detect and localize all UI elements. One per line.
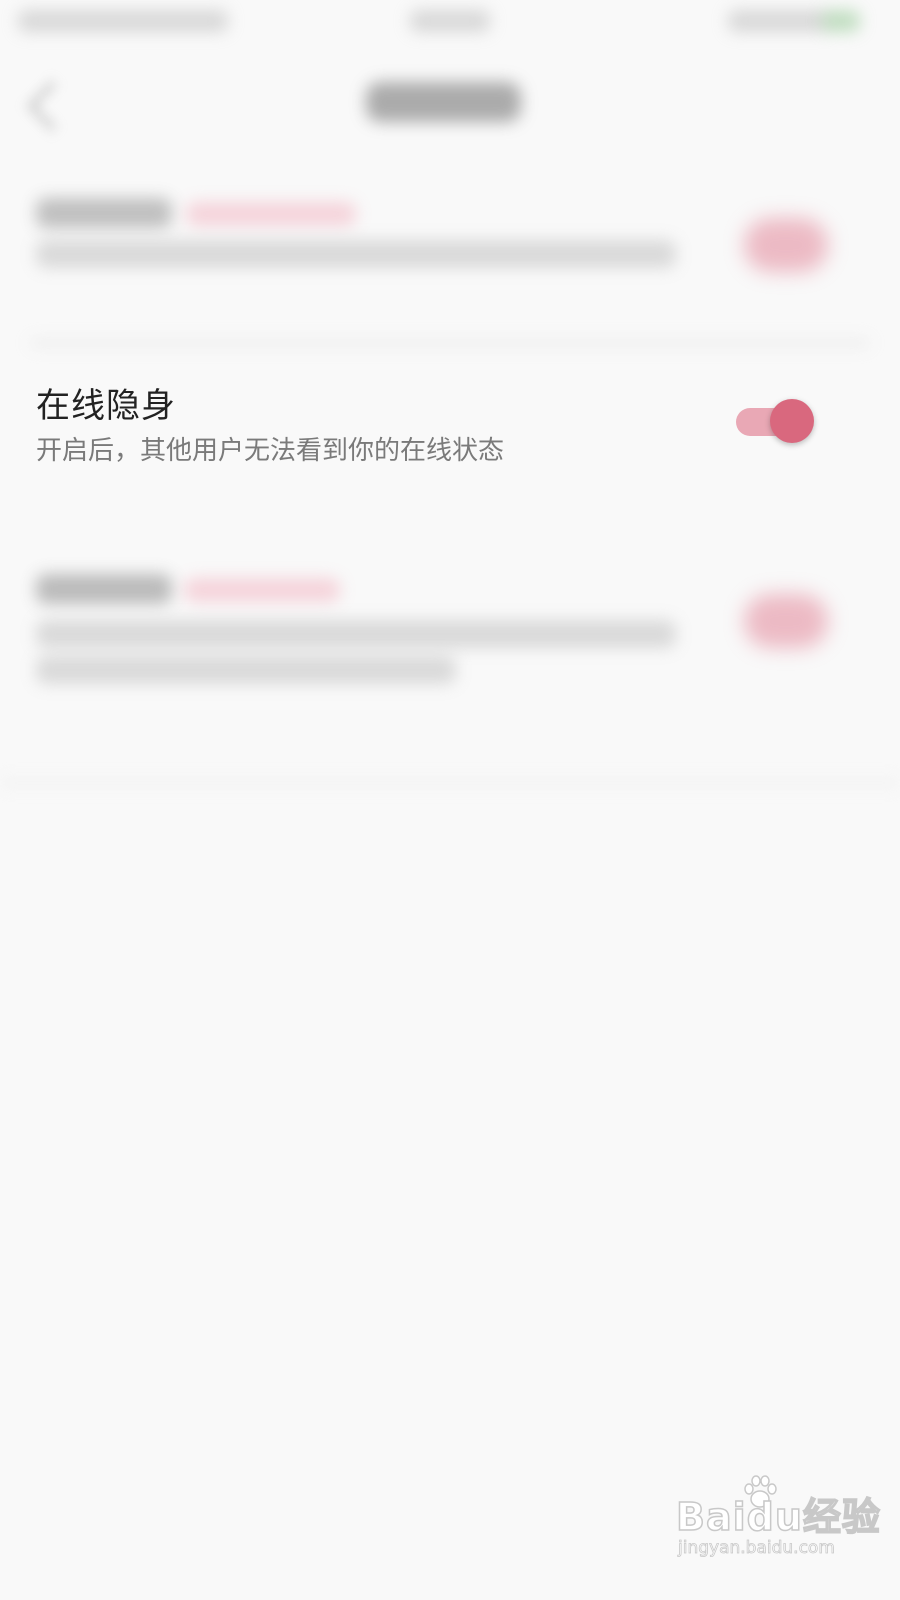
- setting-row-1-tag-blurred: [186, 202, 356, 226]
- online-invisible-toggle[interactable]: [736, 394, 820, 446]
- setting-title: 在线隐身: [36, 386, 176, 426]
- battery-icon: [822, 10, 860, 32]
- status-bar-time: [410, 10, 490, 32]
- toggle-knob: [770, 399, 814, 443]
- setting-row-1-title-blurred: [36, 198, 172, 228]
- settings-screen: 在线隐身 开启后，其他用户无法看到你的在线状态 Baidu经验 jingyan.…: [0, 0, 900, 1600]
- setting-row-3-tag-blurred: [184, 578, 340, 602]
- setting-row-1-desc-blurred: [36, 240, 676, 268]
- watermark-logo: Baidu经验: [675, 1494, 881, 1540]
- setting-description: 开启后，其他用户无法看到你的在线状态: [36, 436, 505, 466]
- status-bar: [0, 0, 900, 44]
- section-divider: [0, 780, 900, 786]
- setting-row-3-title-blurred: [36, 574, 172, 604]
- divider: [30, 340, 870, 346]
- status-bar-carrier: [18, 10, 228, 32]
- setting-row-3-desc-blurred: [36, 620, 676, 648]
- baidu-jingyan-watermark: Baidu经验 jingyan.baidu.com: [675, 1475, 881, 1586]
- page-title-blurred: [366, 82, 521, 122]
- setting-row-3-toggle[interactable]: [744, 594, 828, 648]
- setting-row-1-toggle[interactable]: [744, 218, 828, 272]
- online-invisible-row[interactable]: 在线隐身 开启后，其他用户无法看到你的在线状态: [0, 360, 900, 490]
- back-arrow-icon[interactable]: [26, 80, 78, 132]
- status-bar-indicators: [728, 10, 828, 32]
- watermark-url: jingyan.baidu.com: [678, 1538, 836, 1559]
- setting-row-3-desc-blurred-line2: [36, 656, 456, 684]
